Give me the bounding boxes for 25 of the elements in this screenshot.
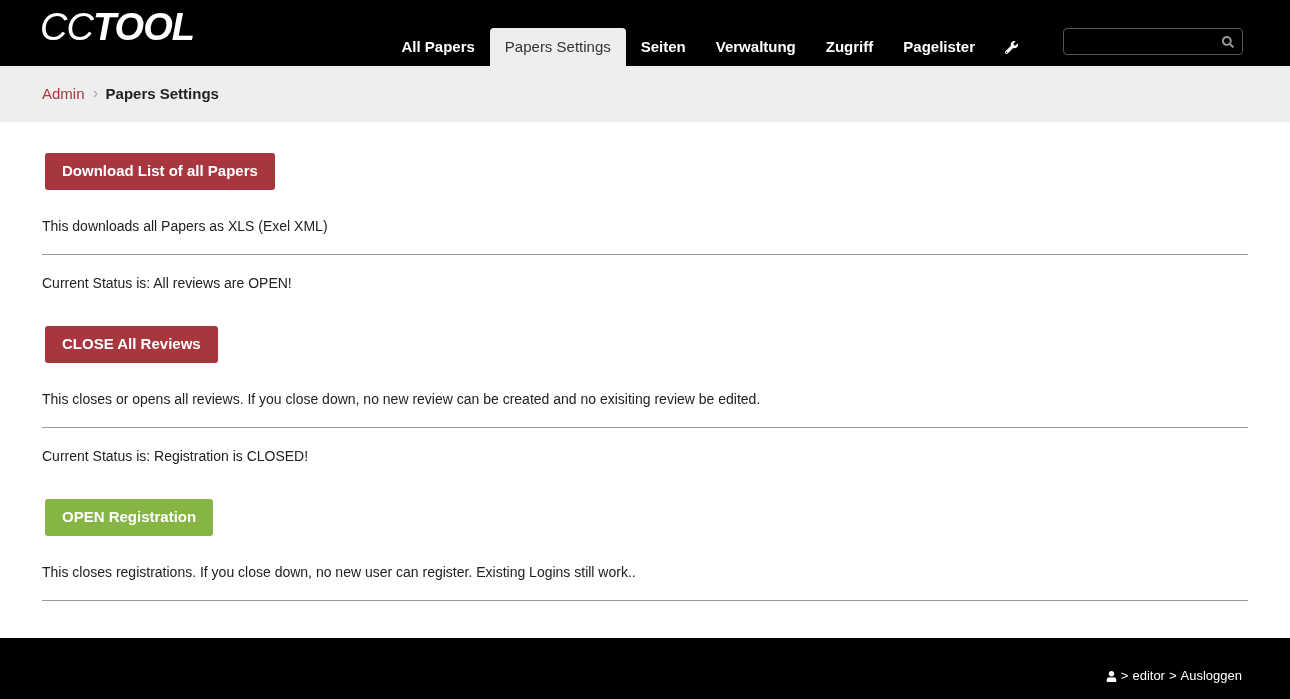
user-icon — [1105, 670, 1117, 682]
user-link[interactable]: editor — [1132, 666, 1165, 686]
logout-link[interactable]: Ausloggen — [1180, 666, 1242, 686]
separator-text: > — [1120, 667, 1129, 686]
breadcrumb-link[interactable]: Admin — [42, 82, 85, 106]
chevron-icon — [92, 90, 98, 98]
nav-tab[interactable]: Pagelister — [888, 28, 990, 66]
status-text: Current Status is: All reviews are OPEN! — [42, 274, 293, 292]
search-icon[interactable] — [1222, 35, 1234, 48]
search-field[interactable] — [1063, 28, 1243, 55]
breadcrumb-current: Papers Settings — [105, 83, 219, 104]
status-text: Current Status is: Registration is CLOSED! — [42, 447, 310, 465]
separator-text: > — [1168, 667, 1177, 686]
description-text: This downloads all Papers as XLS (Exel XML) — [42, 217, 329, 235]
nav-tab[interactable]: Zugriff — [810, 28, 889, 66]
nav-tab[interactable]: Papers Settings — [489, 28, 626, 66]
description-text: This closes registrations. If you close down, no new user can register. Existing Logins still work.. — [42, 563, 637, 581]
nav-tab[interactable]: All Papers — [386, 28, 490, 66]
nav-tab[interactable]: Verwaltung — [700, 28, 811, 66]
logo[interactable]: CCTOOL — [40, 8, 195, 46]
wrench-icon[interactable] — [1005, 40, 1018, 54]
action-button[interactable]: Download List of all Papers — [45, 153, 275, 190]
nav-tab[interactable]: Seiten — [625, 28, 701, 66]
description-text: This closes or opens all reviews. If you close down, no new review can be created and no exisiting review be edited. — [42, 390, 762, 408]
action-button[interactable]: CLOSE All Reviews — [45, 326, 218, 363]
